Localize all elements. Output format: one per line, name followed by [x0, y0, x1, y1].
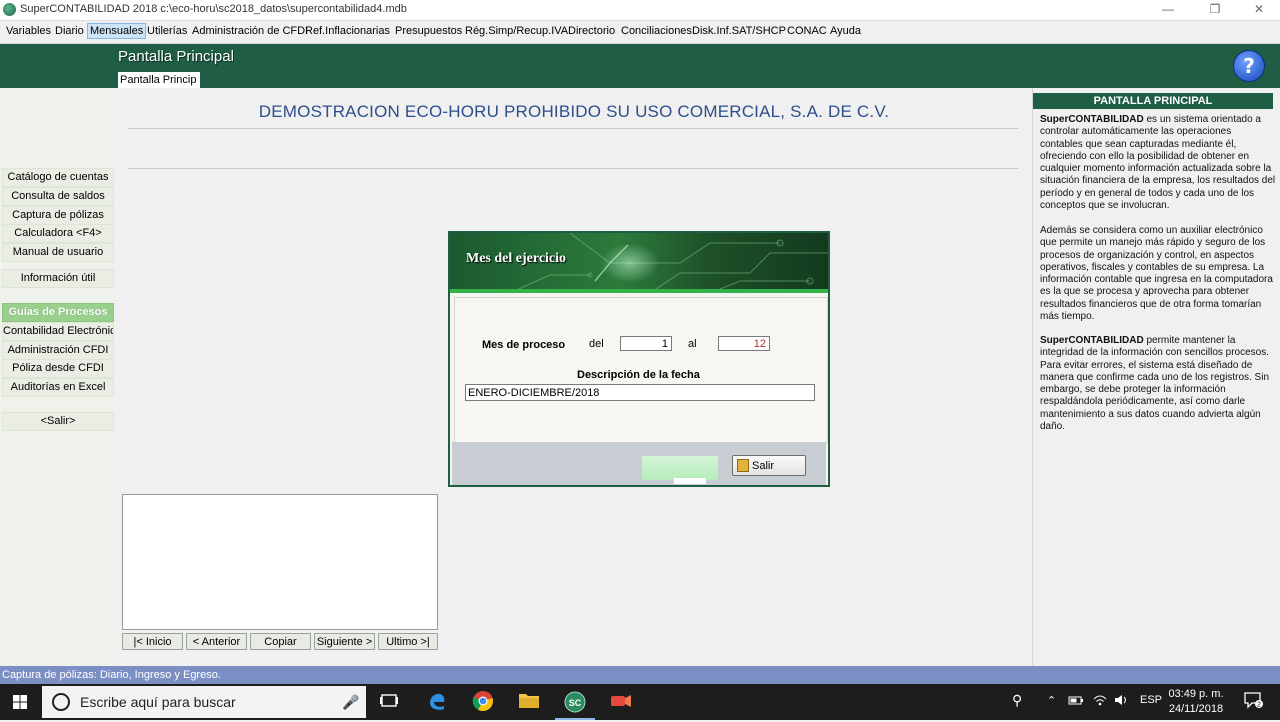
from-label: del	[589, 338, 604, 350]
supercontabilidad-taskbar-icon[interactable]: SC	[555, 690, 595, 720]
sidebar-consulta-saldos[interactable]: Consulta de saldos	[2, 187, 114, 206]
info-panel-title: PANTALLA PRINCIPAL	[1033, 93, 1273, 109]
banner-stripe	[450, 289, 828, 293]
volume-icon[interactable]	[1114, 694, 1130, 709]
chrome-icon[interactable]	[471, 690, 495, 714]
app-icon-label: SC	[569, 698, 582, 708]
exit-button[interactable]: Salir	[732, 455, 806, 476]
menu-ayuda[interactable]: Ayuda	[828, 24, 863, 38]
dialog-body: Mes de proceso del 1 al 12 Descripción d…	[454, 297, 828, 443]
nav-next-button[interactable]: Siguiente >	[314, 633, 375, 650]
sidebar-manual-usuario[interactable]: Manual de usuario	[2, 243, 114, 262]
nav-first-button[interactable]: |< Inicio	[122, 633, 183, 650]
file-explorer-icon[interactable]	[517, 690, 541, 714]
info-paragraph-1: SuperCONTABILIDAD es un sistema orientad…	[1040, 114, 1276, 212]
microphone-icon[interactable]: 🎤	[342, 694, 359, 711]
menu-conciliaciones[interactable]: Conciliaciones	[619, 24, 694, 38]
sidebar-captura-polizas[interactable]: Captura de pólizas	[2, 206, 114, 225]
company-name: DEMOSTRACION ECO-HORU PROHIBIDO SU USO C…	[258, 102, 890, 121]
wifi-icon[interactable]	[1092, 694, 1108, 709]
dialog-title: Mes del ejercicio	[466, 251, 567, 266]
page-title: Pantalla Principal	[118, 48, 234, 65]
taskbar-search[interactable]: Escribe aquí para buscar 🎤	[42, 686, 366, 718]
brand-name: SuperCONTABILIDAD	[1040, 335, 1144, 346]
breadcrumb-tab[interactable]: Pantalla Princip	[118, 72, 200, 88]
dialog-footer: Salir	[452, 442, 826, 485]
taskbar-clock[interactable]: 03:49 p. m. 24/11/2018	[1160, 687, 1232, 717]
windows-start-icon[interactable]	[0, 684, 40, 720]
language-indicator[interactable]: ESP	[1140, 694, 1162, 706]
status-bar: Captura de pólizas: Diario, Ingreso y Eg…	[0, 666, 1280, 684]
close-button[interactable]: ✕	[1236, 0, 1280, 20]
menu-utilerias[interactable]: Utilerías	[145, 24, 189, 38]
month-dialog: Mes del ejercicio Mes de proceso del 1 a…	[448, 231, 830, 487]
restore-button[interactable]: ❐	[1192, 0, 1238, 20]
cortana-icon	[52, 693, 70, 711]
from-month-input[interactable]: 1	[620, 336, 672, 351]
nav-prev-button[interactable]: < Anterior	[186, 633, 247, 650]
people-icon[interactable]: ⚲	[1012, 692, 1022, 709]
notification-center-icon[interactable]: 2	[1243, 691, 1263, 712]
brand-name: SuperCONTABILIDAD	[1040, 114, 1144, 125]
menu-administracion-cfdi[interactable]: Administración de CFDI	[190, 24, 310, 38]
sidebar: Catálogo de cuentas Consulta de saldos C…	[0, 88, 116, 666]
help-icon[interactable]: ?	[1233, 50, 1265, 82]
dialog-banner: Mes del ejercicio	[450, 233, 828, 293]
sidebar-informacion-util[interactable]: Información útil	[2, 269, 114, 288]
sidebar-poliza-cfdi[interactable]: Póliza desde CFDI	[2, 359, 114, 378]
date-description-input[interactable]: ENERO-DICIEMBRE/2018	[465, 384, 815, 401]
period-label: Mes de proceso	[482, 339, 566, 351]
info-paragraph-3: SuperCONTABILIDAD permite mantener la in…	[1040, 335, 1276, 433]
header-band: Pantalla Principal Pantalla Princip ?	[0, 44, 1280, 88]
menu-directorio[interactable]: Directorio	[566, 24, 617, 38]
sidebar-contabilidad-electronica[interactable]: Contabilidad Electrónica	[2, 322, 114, 341]
sidebar-calculadora[interactable]: Calculadora <F4>	[2, 224, 114, 243]
menu-presupuestos[interactable]: Presupuestos	[393, 24, 464, 38]
edge-icon[interactable]	[425, 690, 449, 714]
exit-button-label: Salir	[752, 460, 775, 472]
menu-conac[interactable]: CONAC	[785, 24, 829, 38]
info-panel: PANTALLA PRINCIPAL SuperCONTABILIDAD es …	[1032, 88, 1280, 666]
divider	[128, 128, 1018, 129]
menu-diario[interactable]: Diario	[53, 24, 86, 38]
info-paragraph-2: Además se considera como un auxiliar ele…	[1040, 225, 1273, 323]
menu-bar: Variables Diario Mensuales Utilerías Adm…	[0, 21, 1280, 44]
clock-date: 24/11/2018	[1168, 703, 1224, 715]
app-icon	[3, 3, 16, 16]
menu-variables[interactable]: Variables	[4, 24, 53, 38]
minimize-button[interactable]: —	[1145, 0, 1191, 20]
sidebar-catalogo-cuentas[interactable]: Catálogo de cuentas	[2, 168, 114, 187]
notification-count: 2	[1257, 702, 1261, 709]
sidebar-salir[interactable]: <Salir>	[2, 412, 114, 431]
banner-glow	[600, 243, 660, 283]
menu-ref-inflacionarias[interactable]: Ref.Inflacionarias	[303, 24, 392, 38]
taskbar: Escribe aquí para buscar 🎤 SC ⚲ ⌃ ESP 03…	[0, 684, 1280, 720]
window-title: SuperCONTABILIDAD 2018 c:\eco-horu\sc201…	[20, 3, 407, 15]
menu-mensuales[interactable]: Mensuales	[87, 23, 147, 39]
divider	[128, 168, 1018, 169]
to-label: al	[688, 338, 697, 350]
clock-time: 03:49 p. m.	[1168, 688, 1224, 700]
sidebar-section-guias: Guías de Procesos	[2, 303, 114, 322]
paragraph-text: es un sistema orientado a controlar auto…	[1040, 114, 1276, 212]
exit-icon	[737, 459, 749, 472]
accept-button[interactable]	[642, 456, 718, 484]
preview-box	[122, 494, 438, 630]
sidebar-administracion-cfdi[interactable]: Administración CFDI	[2, 341, 114, 360]
search-placeholder: Escribe aquí para buscar	[80, 694, 236, 710]
menu-disk-inf[interactable]: Disk.Inf.SAT/SHCP	[690, 24, 788, 38]
title-bar: SuperCONTABILIDAD 2018 c:\eco-horu\sc201…	[0, 0, 1280, 21]
task-view-icon[interactable]	[377, 690, 401, 714]
battery-icon[interactable]	[1068, 694, 1084, 709]
description-label: Descripción de la fecha	[577, 369, 700, 381]
recorder-icon[interactable]	[609, 690, 633, 714]
paragraph-text: permite mantener la integridad de la inf…	[1040, 335, 1270, 433]
accept-button-shadow	[674, 478, 706, 484]
sidebar-auditorias-excel[interactable]: Auditorías en Excel	[2, 378, 114, 397]
to-month-input[interactable]: 12	[718, 336, 770, 351]
nav-last-button[interactable]: Ultimo >|	[378, 633, 438, 650]
nav-copy-button[interactable]: Copiar	[250, 633, 311, 650]
chevron-up-icon[interactable]: ⌃	[1047, 694, 1056, 707]
menu-reg-simp[interactable]: Rég.Simp/Recup.IVA	[463, 24, 570, 38]
